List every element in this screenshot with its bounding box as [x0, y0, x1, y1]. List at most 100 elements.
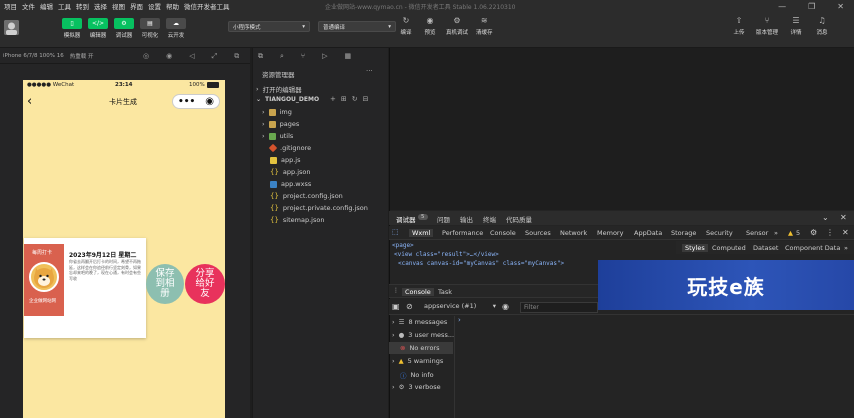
menu-item-settings[interactable]: 设置 — [148, 1, 161, 11]
tab-task[interactable]: Task — [438, 288, 452, 296]
tree-item-pages[interactable]: › pages — [262, 120, 299, 128]
tab-styles[interactable]: Styles — [682, 244, 708, 252]
context-select[interactable]: appservice (#1) ▾ — [424, 302, 496, 310]
console-filter-verbose[interactable]: › ⚙ 3 verbose — [392, 383, 441, 391]
tab-performance[interactable]: Performance — [442, 229, 483, 237]
more-tabs-icon[interactable]: » — [844, 244, 848, 252]
record-icon[interactable]: ◎ — [143, 52, 149, 61]
menu-item-wechat-devtools[interactable]: 微信开发者工具 — [184, 1, 230, 11]
back-icon[interactable]: ‹ — [27, 94, 32, 109]
menu-item-file[interactable]: 文件 — [22, 1, 35, 11]
chevron-down-icon[interactable]: ⌄ — [822, 213, 829, 222]
more-vertical-icon[interactable]: ⋮ — [826, 228, 834, 237]
console-filter-messages[interactable]: › ☰ 8 messages — [392, 318, 447, 326]
gear-icon[interactable]: ⚙ — [810, 228, 817, 237]
menu-item-goto[interactable]: 转到 — [76, 1, 89, 11]
version-button[interactable]: ⑂ 版本管理 — [756, 16, 778, 36]
tab-console-drawer[interactable]: Console — [402, 288, 434, 296]
warning-count[interactable]: 5 — [796, 229, 800, 237]
tree-item-project-private-config[interactable]: {} project.private.config.json — [270, 204, 368, 212]
wxml-line-canvas[interactable]: <canvas canvas-id="myCanvas" class="myCa… — [398, 260, 564, 267]
tab-terminal[interactable]: 终端 — [483, 214, 496, 224]
clear-cache-button[interactable]: ≋ 清缓存 — [476, 16, 493, 36]
stop-icon[interactable]: ◉ — [166, 52, 172, 61]
tree-item-sitemap[interactable]: {} sitemap.json — [270, 216, 324, 224]
more-icon[interactable]: ••• — [178, 97, 195, 107]
new-folder-icon[interactable]: ⊞ — [341, 95, 347, 103]
tab-component-data[interactable]: Component Data — [785, 244, 840, 252]
compile-button[interactable]: ↻ 编译 — [400, 16, 412, 36]
menu-item-tools[interactable]: 工具 — [58, 1, 71, 11]
tab-issues[interactable]: 问题 — [437, 214, 450, 224]
clear-console-icon[interactable]: ⊘ — [406, 302, 413, 311]
wxml-line-page[interactable]: <page> — [392, 242, 414, 249]
debugger-button[interactable]: ⚙ 调试器 — [112, 18, 136, 39]
fullscreen-icon[interactable]: ⤢ — [212, 52, 218, 61]
preview-button[interactable]: ◉ 预览 — [424, 16, 436, 36]
source-control-icon[interactable]: ⑂ — [301, 52, 305, 61]
tree-item-gitignore[interactable]: .gitignore — [268, 143, 311, 153]
tab-security[interactable]: Security — [706, 229, 733, 237]
console-filter-info[interactable]: ⓘ No info — [400, 370, 434, 380]
tab-network[interactable]: Network — [560, 229, 587, 237]
hot-reload-toggle[interactable]: 热重载 开 — [70, 52, 94, 60]
tab-memory[interactable]: Memory — [597, 229, 623, 237]
close-circle-icon[interactable]: ◉ — [205, 96, 214, 107]
tree-item-app-js[interactable]: app.js — [270, 156, 301, 164]
menu-item-view[interactable]: 视图 — [112, 1, 125, 11]
compile-select[interactable]: 普通编译 ▾ — [318, 21, 396, 32]
maximize-icon[interactable]: ❐ — [808, 2, 815, 11]
tab-sources[interactable]: Sources — [525, 229, 551, 237]
inspect-icon[interactable]: ⬚ — [392, 228, 399, 236]
more-tabs-icon[interactable]: » — [774, 229, 778, 237]
real-debug-button[interactable]: ⚙ 真机调试 — [446, 16, 468, 36]
tree-item-img[interactable]: › img — [262, 108, 292, 116]
open-editors-section[interactable]: › 打开的编辑器 — [256, 84, 302, 94]
project-section[interactable]: ⌄ TIANGOU_DEMO — [256, 96, 319, 103]
menu-item-edit[interactable]: 编辑 — [40, 1, 53, 11]
tab-code-quality[interactable]: 代码质量 — [506, 214, 532, 224]
extensions-icon[interactable]: ▦ — [345, 52, 352, 61]
drawer-menu-icon[interactable]: ⋮ — [393, 287, 399, 294]
close-panel-icon[interactable]: ✕ — [840, 213, 847, 222]
close-icon[interactable]: ✕ — [837, 2, 844, 11]
details-button[interactable]: ☰ 详情 — [790, 16, 802, 36]
wxml-line-view[interactable]: <view class="result">…</view> — [394, 251, 499, 258]
menu-item-project[interactable]: 项目 — [4, 1, 17, 11]
refresh-icon[interactable]: ↻ — [352, 95, 358, 103]
tree-item-utils[interactable]: › utils — [262, 132, 293, 140]
sidebar-toggle-icon[interactable]: ▣ — [392, 302, 400, 311]
tree-item-app-json[interactable]: {} app.json — [270, 168, 311, 176]
explorer-more-icon[interactable]: ··· — [366, 67, 373, 75]
tab-output[interactable]: 输出 — [460, 214, 473, 224]
tab-debugger[interactable]: 调试器 — [396, 214, 416, 224]
code-editor[interactable] — [389, 48, 854, 210]
console-filter-warnings[interactable]: › ▲ 5 warnings — [392, 357, 443, 365]
files-icon[interactable]: ⧉ — [258, 52, 263, 61]
tab-console[interactable]: Console — [490, 229, 516, 237]
save-to-album-button[interactable]: 保存到相册 — [146, 264, 184, 304]
mode-select[interactable]: 小程序模式 ▾ — [228, 21, 310, 32]
menu-item-interface[interactable]: 界面 — [130, 1, 143, 11]
debug-icon[interactable]: ▷ — [322, 52, 327, 61]
close-devtools-icon[interactable]: ✕ — [842, 228, 849, 237]
cloud-button[interactable]: ☁ 云开发 — [164, 18, 188, 39]
tab-appdata[interactable]: AppData — [634, 229, 662, 237]
tab-dataset[interactable]: Dataset — [753, 244, 778, 252]
console-filter-errors[interactable]: ⊗ No errors — [400, 344, 439, 352]
tab-sensor[interactable]: Sensor — [746, 229, 768, 237]
simulator-button[interactable]: ▯ 模拟器 — [60, 18, 84, 39]
menu-item-help[interactable]: 帮助 — [166, 1, 179, 11]
console-prompt-icon[interactable]: › — [458, 316, 461, 324]
volume-icon[interactable]: ◁ — [189, 52, 194, 61]
console-filter-user-messages[interactable]: › ● 3 user mess... — [392, 331, 454, 339]
capsule-button[interactable]: ••• ◉ — [172, 94, 220, 109]
device-select[interactable]: iPhone 6/7/8 100% 16 — [3, 53, 64, 59]
visual-button[interactable]: ▤ 可视化 — [138, 18, 162, 39]
filter-input[interactable]: Filter — [520, 302, 598, 313]
avatar[interactable] — [4, 20, 19, 35]
editor-button[interactable]: </> 编辑器 — [86, 18, 110, 39]
new-file-icon[interactable]: + — [330, 95, 336, 103]
collapse-icon[interactable]: ⊟ — [363, 95, 369, 103]
tab-wxml[interactable]: Wxml — [409, 229, 434, 237]
